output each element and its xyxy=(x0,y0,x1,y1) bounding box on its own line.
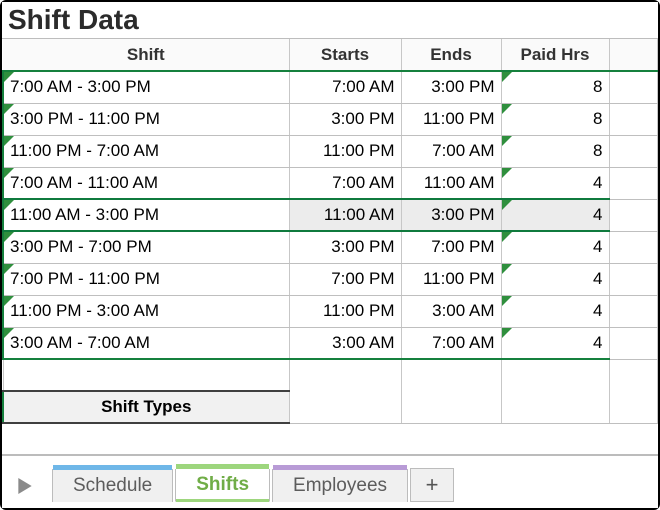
cell-starts[interactable]: 3:00 PM xyxy=(289,103,401,135)
cell-blank[interactable] xyxy=(609,295,658,327)
tab-color-bar xyxy=(176,464,269,469)
cell-blank[interactable] xyxy=(289,391,401,423)
col-starts[interactable]: Starts xyxy=(289,39,401,71)
cell-starts[interactable]: 3:00 PM xyxy=(289,231,401,263)
cell-starts[interactable]: 7:00 PM xyxy=(289,263,401,295)
sheet-area[interactable]: Shift Starts Ends Paid Hrs 7:00 AM - 3:0… xyxy=(2,39,658,454)
cell-blank[interactable] xyxy=(609,391,658,423)
cell-starts[interactable]: 11:00 PM xyxy=(289,135,401,167)
cell-blank[interactable] xyxy=(609,167,658,199)
cell-paid[interactable]: 4 xyxy=(501,263,609,295)
cell-blank[interactable] xyxy=(3,359,289,391)
cell-ends[interactable]: 7:00 AM xyxy=(401,135,501,167)
spreadsheet-frame: Shift Data Shift Starts Ends Paid Hrs 7:… xyxy=(0,0,660,510)
table-row[interactable]: 11:00 PM - 3:00 AM 11:00 PM 3:00 AM 4 xyxy=(3,295,658,327)
table-body: 7:00 AM - 3:00 PM 7:00 AM 3:00 PM 8 3:00… xyxy=(3,71,658,423)
cell-blank[interactable] xyxy=(289,359,401,391)
tab-shifts[interactable]: Shifts xyxy=(175,469,270,502)
cell-paid[interactable]: 8 xyxy=(501,71,609,103)
cell-shift[interactable]: 7:00 AM - 11:00 AM xyxy=(3,167,289,199)
tab-color-bar xyxy=(53,465,172,470)
cell-shift[interactable]: 7:00 AM - 3:00 PM xyxy=(3,71,289,103)
table-row-selected[interactable]: 11:00 AM - 3:00 PM 11:00 AM 3:00 PM 4 xyxy=(3,199,658,231)
header-row: Shift Starts Ends Paid Hrs xyxy=(3,39,658,71)
cell-paid[interactable]: 4 xyxy=(501,327,609,359)
tab-label: Shifts xyxy=(196,474,249,496)
table-row[interactable]: 7:00 AM - 11:00 AM 7:00 AM 11:00 AM 4 xyxy=(3,167,658,199)
cell-ends[interactable]: 11:00 AM xyxy=(401,167,501,199)
tab-employees[interactable]: Employees xyxy=(272,469,408,502)
sheet-tab-bar: Schedule Shifts Employees + xyxy=(2,454,658,508)
cell-paid[interactable]: 4 xyxy=(501,199,609,231)
shift-table: Shift Starts Ends Paid Hrs 7:00 AM - 3:0… xyxy=(2,39,658,424)
plus-icon: + xyxy=(426,472,439,498)
cell-blank[interactable] xyxy=(401,391,501,423)
cell-ends[interactable]: 3:00 PM xyxy=(401,199,501,231)
tab-label: Schedule xyxy=(73,475,152,497)
tab-color-bar xyxy=(273,465,407,470)
cell-ends[interactable]: 11:00 PM xyxy=(401,103,501,135)
cell-starts[interactable]: 11:00 AM xyxy=(289,199,401,231)
cell-shift[interactable]: 3:00 PM - 7:00 PM xyxy=(3,231,289,263)
cell-starts[interactable]: 7:00 AM xyxy=(289,167,401,199)
cell-paid[interactable]: 4 xyxy=(501,231,609,263)
cell-starts[interactable]: 3:00 AM xyxy=(289,327,401,359)
cell-blank[interactable] xyxy=(609,231,658,263)
col-paid[interactable]: Paid Hrs xyxy=(501,39,609,71)
empty-row[interactable] xyxy=(3,359,658,391)
cell-blank[interactable] xyxy=(609,135,658,167)
cell-paid[interactable]: 8 xyxy=(501,135,609,167)
cell-ends[interactable]: 7:00 PM xyxy=(401,231,501,263)
cell-blank[interactable] xyxy=(501,391,609,423)
cell-ends[interactable]: 11:00 PM xyxy=(401,263,501,295)
page-title: Shift Data xyxy=(2,2,658,39)
cell-shift[interactable]: 11:00 AM - 3:00 PM xyxy=(3,199,289,231)
play-icon xyxy=(18,478,32,494)
cell-blank[interactable] xyxy=(609,103,658,135)
table-row[interactable]: 3:00 PM - 7:00 PM 3:00 PM 7:00 PM 4 xyxy=(3,231,658,263)
table-row[interactable]: 11:00 PM - 7:00 AM 11:00 PM 7:00 AM 8 xyxy=(3,135,658,167)
cell-ends[interactable]: 3:00 PM xyxy=(401,71,501,103)
table-row[interactable]: 3:00 PM - 11:00 PM 3:00 PM 11:00 PM 8 xyxy=(3,103,658,135)
cell-blank[interactable] xyxy=(501,359,609,391)
col-ends[interactable]: Ends xyxy=(401,39,501,71)
cell-starts[interactable]: 11:00 PM xyxy=(289,295,401,327)
tab-nav-button[interactable] xyxy=(8,470,42,502)
cell-ends[interactable]: 7:00 AM xyxy=(401,327,501,359)
cell-shift[interactable]: 7:00 PM - 11:00 PM xyxy=(3,263,289,295)
cell-shift[interactable]: 11:00 PM - 7:00 AM xyxy=(3,135,289,167)
cell-blank[interactable] xyxy=(609,199,658,231)
cell-starts[interactable]: 7:00 AM xyxy=(289,71,401,103)
cell-blank[interactable] xyxy=(609,71,658,103)
cell-shift[interactable]: 3:00 PM - 11:00 PM xyxy=(3,103,289,135)
table-row[interactable]: 7:00 PM - 11:00 PM 7:00 PM 11:00 PM 4 xyxy=(3,263,658,295)
col-blank xyxy=(609,39,658,71)
cell-blank[interactable] xyxy=(609,327,658,359)
cell-blank[interactable] xyxy=(609,359,658,391)
shift-types-cell[interactable]: Shift Types xyxy=(3,391,289,423)
cell-shift[interactable]: 3:00 AM - 7:00 AM xyxy=(3,327,289,359)
cell-blank[interactable] xyxy=(401,359,501,391)
cell-paid[interactable]: 4 xyxy=(501,167,609,199)
table-row[interactable]: 3:00 AM - 7:00 AM 3:00 AM 7:00 AM 4 xyxy=(3,327,658,359)
tab-add-sheet[interactable]: + xyxy=(410,468,454,502)
shift-types-row[interactable]: Shift Types xyxy=(3,391,658,423)
cell-blank[interactable] xyxy=(609,263,658,295)
table-row[interactable]: 7:00 AM - 3:00 PM 7:00 AM 3:00 PM 8 xyxy=(3,71,658,103)
tab-label: Employees xyxy=(293,475,387,497)
cell-paid[interactable]: 4 xyxy=(501,295,609,327)
cell-ends[interactable]: 3:00 AM xyxy=(401,295,501,327)
tab-schedule[interactable]: Schedule xyxy=(52,469,173,502)
cell-paid[interactable]: 8 xyxy=(501,103,609,135)
cell-shift[interactable]: 11:00 PM - 3:00 AM xyxy=(3,295,289,327)
col-shift[interactable]: Shift xyxy=(3,39,289,71)
